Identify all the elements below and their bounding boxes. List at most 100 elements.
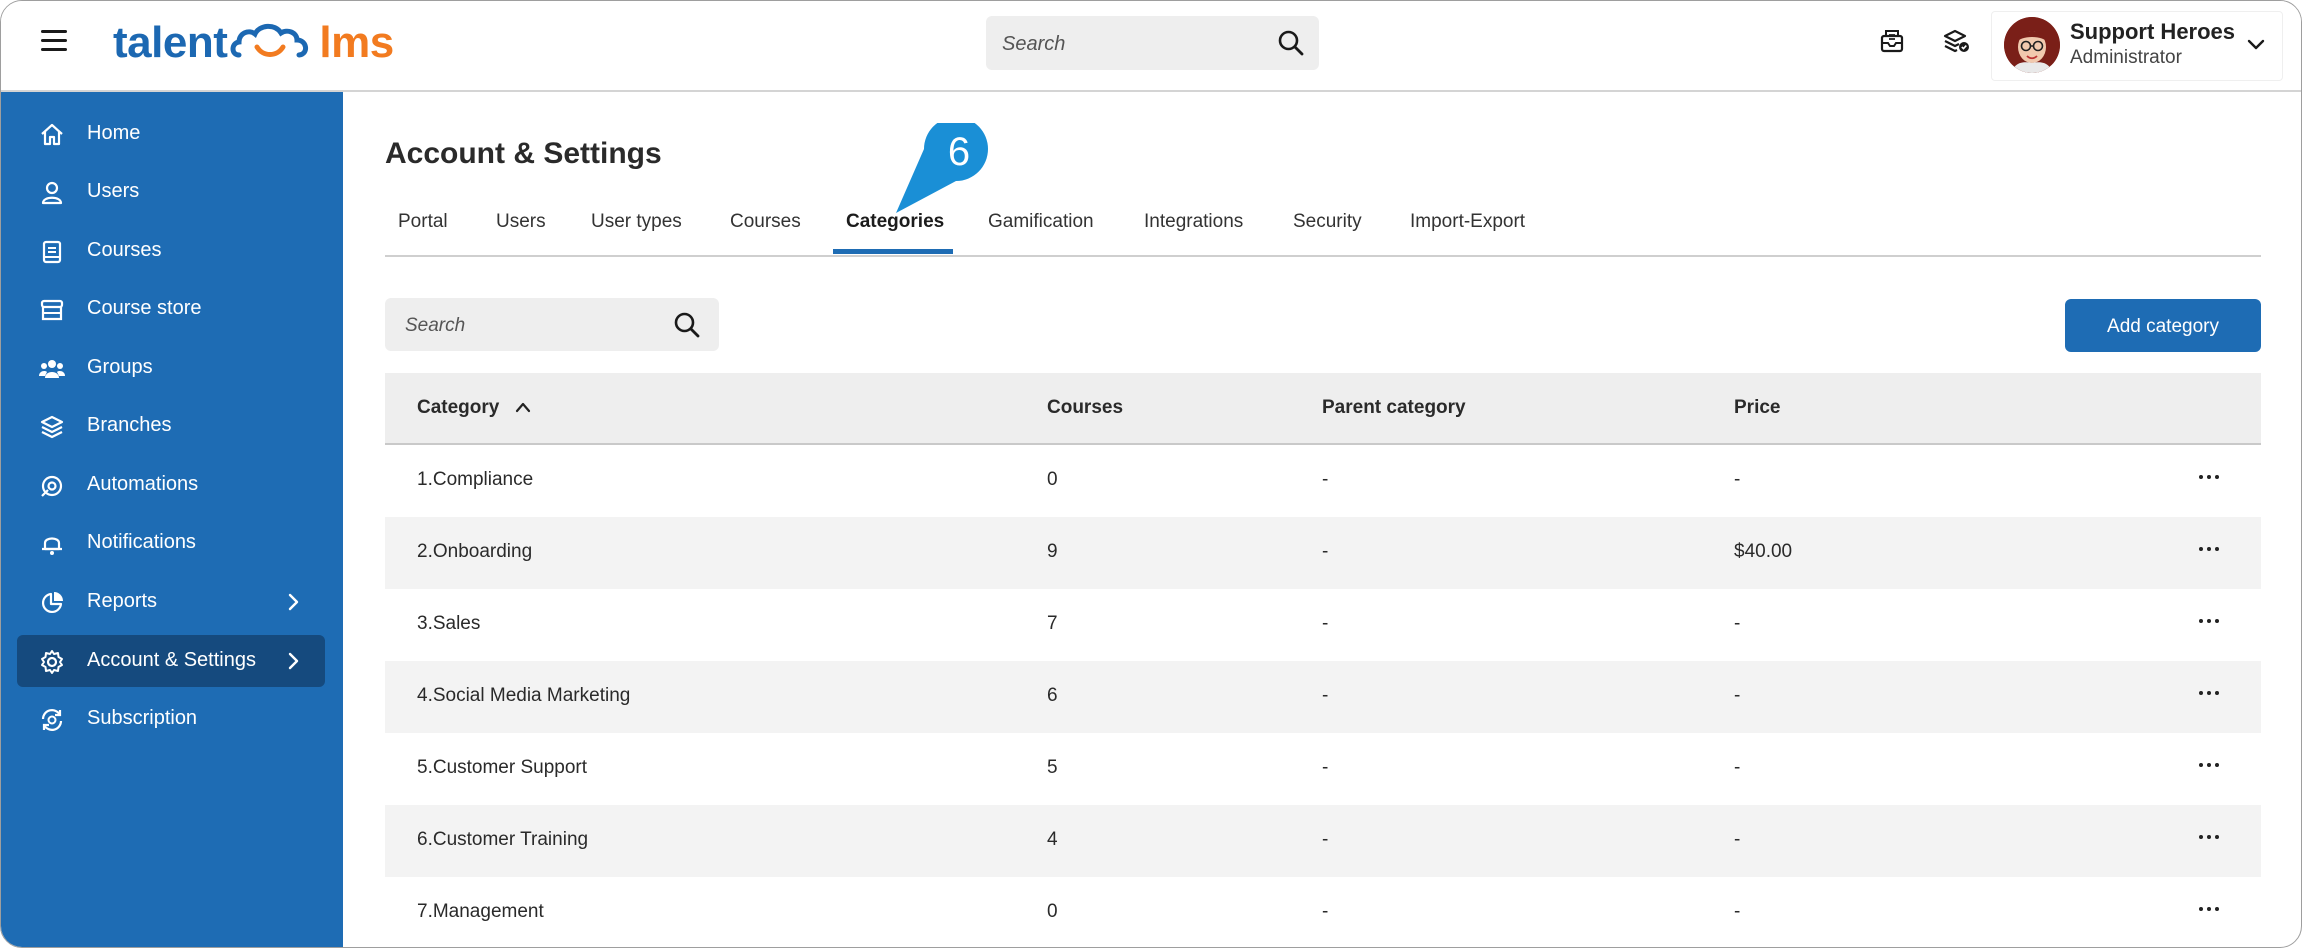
table-row[interactable]: 7.Management 0 - - [385, 877, 2261, 947]
cell-price: $40.00 [1734, 541, 1793, 562]
hamburger-menu-icon[interactable] [41, 30, 67, 54]
more-options-icon[interactable] [2197, 467, 2223, 487]
more-options-icon[interactable] [2197, 827, 2223, 847]
sidebar-item-account-and-settings[interactable]: Account & Settings [17, 635, 325, 687]
avatar-illustration [2004, 17, 2060, 73]
tab-portal[interactable]: Portal [398, 211, 448, 233]
cell-category[interactable]: 4.Social Media Marketing [417, 685, 630, 707]
more-options-icon[interactable] [2197, 755, 2223, 775]
chevron-down-icon[interactable] [2246, 34, 2266, 54]
cell-courses: 5 [1047, 757, 1058, 778]
sidebar-item-label: Subscription [87, 707, 198, 729]
column-header-parent-category[interactable]: Parent category [1322, 397, 1466, 419]
gear-icon [41, 650, 63, 674]
cell-category[interactable]: 3.Sales [417, 613, 480, 635]
tab-gamification[interactable]: Gamification [988, 211, 1094, 233]
cell-category[interactable]: 5.Customer Support [417, 757, 587, 779]
table-row[interactable]: 2.Onboarding 9 - $40.00 [385, 517, 2261, 589]
more-options-icon[interactable] [2197, 899, 2223, 919]
tab-user-types[interactable]: User types [591, 211, 682, 233]
user-name: Support Heroes [2070, 19, 2236, 44]
logo-talent-text: talent [113, 18, 228, 67]
sidebar-item-reports[interactable]: Reports [17, 576, 325, 628]
global-search-input[interactable] [1000, 16, 1264, 72]
course-catalog-icon[interactable] [1942, 28, 1970, 54]
top-bar: talent lms Search Support Heroes Adminis… [1, 1, 2301, 92]
book-icon [42, 240, 62, 264]
cell-category[interactable]: 1.Compliance [417, 469, 533, 491]
category-search-input[interactable] [403, 298, 657, 353]
cell-parent-category: - [1322, 469, 1329, 490]
more-options-icon[interactable] [2197, 683, 2223, 703]
settings-tabs: Portal Users User types Courses Categori… [385, 193, 2261, 257]
cell-parent-category: - [1322, 757, 1329, 778]
cell-parent-category: - [1322, 829, 1329, 850]
bell-icon [42, 537, 62, 555]
tab-users[interactable]: Users [496, 211, 546, 233]
cell-price: - [1734, 613, 1741, 634]
cell-price: - [1734, 757, 1741, 778]
page-title: Account & Settings [385, 137, 662, 170]
global-search[interactable] [986, 16, 1319, 72]
cell-price: - [1734, 901, 1741, 922]
tab-integrations[interactable]: Integrations [1144, 211, 1243, 233]
sidebar-item-groups[interactable]: Groups [17, 342, 325, 394]
sort-ascending-icon[interactable] [515, 401, 531, 413]
talentlms-logo[interactable]: talent lms [113, 15, 394, 71]
chevron-right-icon[interactable] [283, 651, 303, 671]
cell-courses: 9 [1047, 541, 1058, 562]
column-header-courses[interactable]: Courses [1047, 397, 1123, 419]
cell-parent-category: - [1322, 613, 1329, 634]
cell-price: - [1734, 829, 1741, 850]
chevron-right-icon[interactable] [283, 592, 303, 612]
cell-category[interactable]: 6.Customer Training [417, 829, 588, 851]
sidebar-item-label: Branches [87, 414, 172, 436]
user-menu[interactable]: Support Heroes Administrator [1991, 11, 2283, 81]
user-role: Administrator [2070, 47, 2182, 68]
column-header-category[interactable]: Category [417, 397, 531, 419]
tab-courses[interactable]: Courses [730, 211, 801, 233]
logo-lms-text: lms [319, 18, 394, 67]
sidebar-item-course-store[interactable]: Course store [17, 283, 325, 335]
sidebar-item-label: Courses [87, 239, 162, 261]
pie-chart-icon [42, 592, 63, 613]
search-icon[interactable] [673, 311, 701, 339]
column-header-price[interactable]: Price [1734, 397, 1780, 419]
sidebar-item-users[interactable]: Users [17, 166, 325, 218]
home-icon [41, 123, 63, 146]
table-row[interactable]: 1.Compliance 0 - - [385, 445, 2261, 517]
store-icon [40, 299, 64, 321]
cell-parent-category: - [1322, 541, 1329, 562]
sidebar-item-notifications[interactable]: Notifications [17, 517, 325, 569]
category-search[interactable] [385, 298, 719, 353]
table-row[interactable]: 4.Social Media Marketing 6 - - [385, 661, 2261, 733]
sidebar-item-automations[interactable]: Automations [17, 459, 325, 511]
sidebar-item-home[interactable]: Home [17, 108, 325, 160]
sidebar-item-branches[interactable]: Branches [17, 400, 325, 452]
cell-parent-category: - [1322, 901, 1329, 922]
sidebar-item-courses[interactable]: Courses [17, 225, 325, 277]
search-icon[interactable] [1277, 29, 1305, 57]
sidebar-item-subscription[interactable]: Subscription [17, 693, 325, 745]
tab-security[interactable]: Security [1293, 211, 1362, 233]
more-options-icon[interactable] [2197, 611, 2223, 631]
sidebar-item-label: Users [87, 180, 140, 202]
table-row[interactable]: 3.Sales 7 - - [385, 589, 2261, 661]
add-category-button[interactable]: Add category [2065, 299, 2261, 352]
sidebar-item-label: Reports [87, 590, 158, 612]
active-tab-indicator [833, 249, 953, 254]
user-icon [41, 181, 63, 205]
cell-courses: 4 [1047, 829, 1058, 850]
table-row[interactable]: 5.Customer Support 5 - - [385, 733, 2261, 805]
more-options-icon[interactable] [2197, 539, 2223, 559]
column-header-category-label: Category [417, 397, 500, 418]
cell-category[interactable]: 7.Management [417, 901, 544, 923]
avatar [2004, 17, 2060, 73]
automation-icon [41, 475, 63, 497]
app-window: talent lms Search Support Heroes Adminis… [0, 0, 2302, 948]
messages-icon[interactable] [1879, 28, 1905, 54]
tab-import-export[interactable]: Import-Export [1410, 211, 1525, 233]
table-row[interactable]: 6.Customer Training 4 - - [385, 805, 2261, 877]
cell-category[interactable]: 2.Onboarding [417, 541, 532, 563]
sidebar-item-label: Account & Settings [87, 649, 256, 671]
